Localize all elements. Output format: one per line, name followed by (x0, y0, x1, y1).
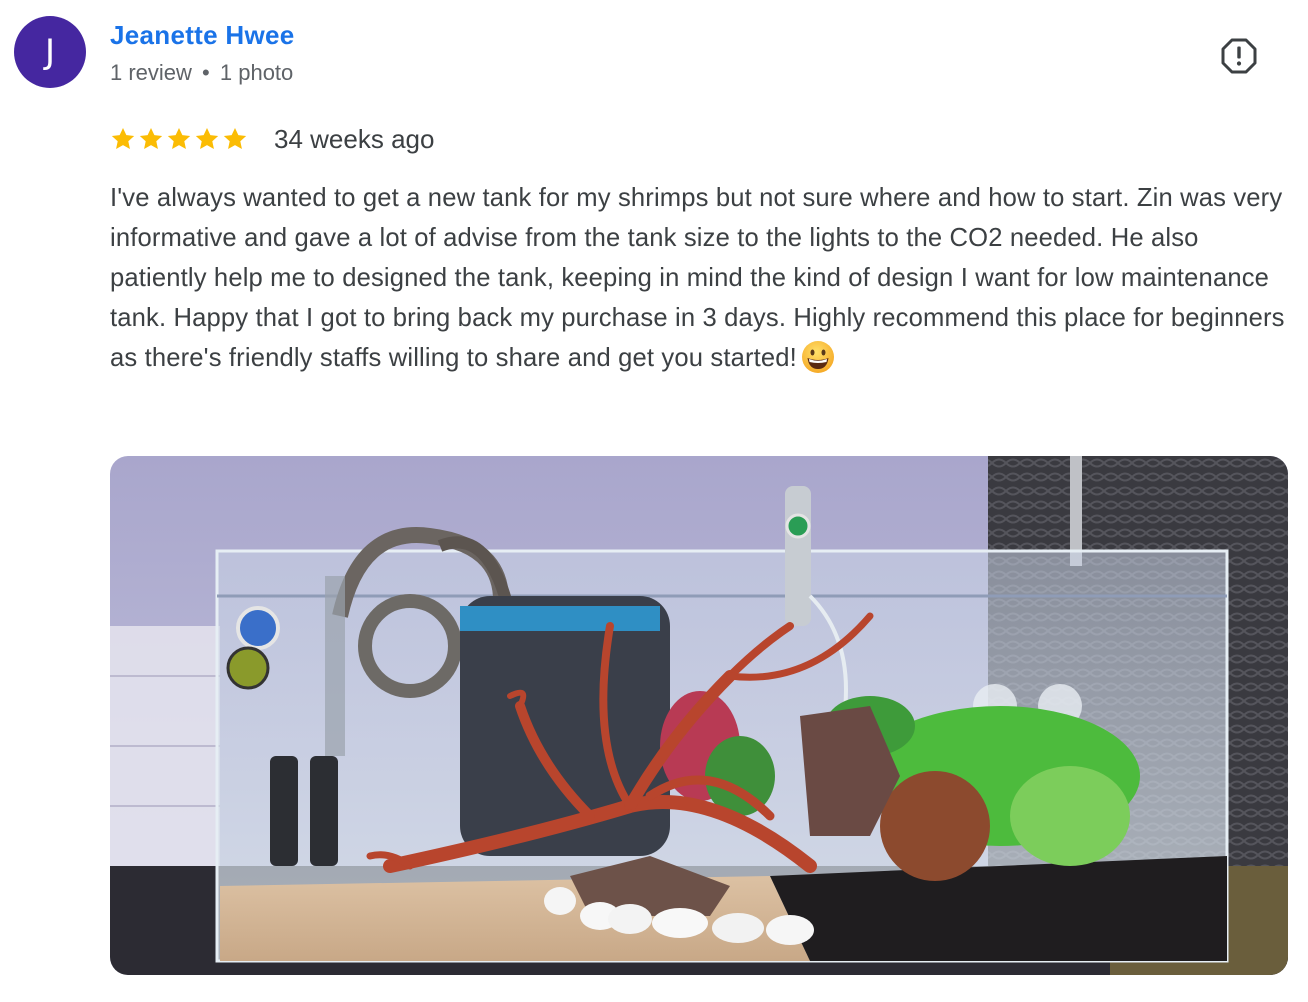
star-icon (139, 127, 163, 149)
photo-count: 1 photo (219, 60, 294, 85)
review-card: J Jeanette Hwee 1 review • 1 photo 34 we… (0, 0, 1308, 1002)
report-flag-icon (1221, 38, 1257, 74)
report-flag-button[interactable] (1221, 38, 1257, 74)
rating-row: 34 weeks ago (110, 124, 434, 154)
star-icon (167, 127, 191, 149)
review-count: 1 review (110, 60, 192, 85)
review-text-body: I've always wanted to get a new tank for… (110, 184, 1285, 372)
star-icon (111, 127, 135, 149)
star-rating (110, 126, 250, 152)
star-icon (223, 127, 247, 149)
grinning-face-emoji (801, 341, 834, 373)
author-name-link[interactable]: Jeanette Hwee (110, 20, 295, 51)
author-meta: 1 review • 1 photo (110, 60, 293, 86)
review-text: I've always wanted to get a new tank for… (110, 178, 1300, 378)
avatar[interactable]: J (14, 16, 86, 88)
meta-separator: • (202, 60, 210, 85)
review-photo[interactable] (110, 456, 1288, 975)
star-icon (195, 127, 219, 149)
aquarium-photo (110, 456, 1288, 975)
review-date: 34 weeks ago (274, 123, 435, 154)
